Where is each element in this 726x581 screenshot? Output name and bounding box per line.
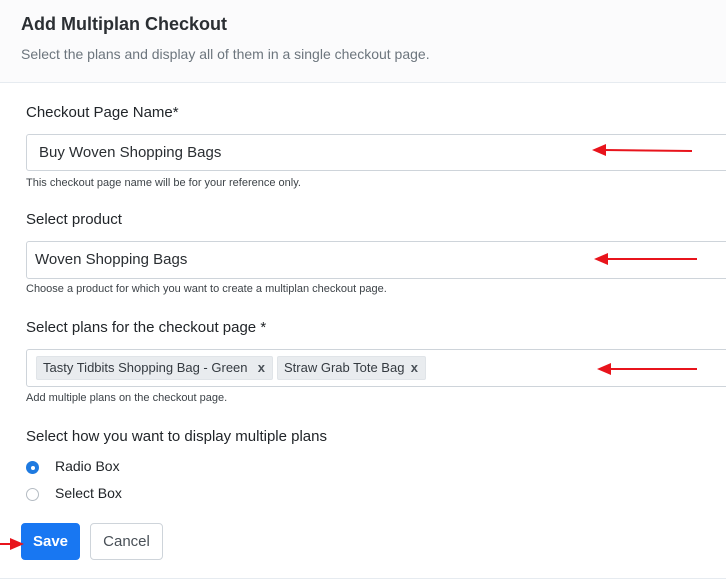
plan-tag-label: Tasty Tidbits Shopping Bag - Green — [43, 360, 248, 375]
plans-help: Add multiple plans on the checkout page. — [26, 392, 228, 404]
page-subtitle: Select the plans and display all of them… — [21, 46, 430, 62]
plan-tag: Tasty Tidbits Shopping Bag - Green x — [36, 356, 273, 380]
product-help: Choose a product for which you want to c… — [26, 283, 387, 295]
radio-box-label[interactable]: Radio Box — [55, 458, 120, 474]
select-box-label[interactable]: Select Box — [55, 485, 122, 501]
checkout-name-label: Checkout Page Name* — [26, 104, 179, 121]
display-label: Select how you want to display multiple … — [26, 428, 327, 445]
cancel-button[interactable]: Cancel — [90, 523, 163, 560]
page-title: Add Multiplan Checkout — [21, 14, 227, 34]
radio-box-radio[interactable] — [26, 461, 39, 474]
checkout-name-help: This checkout page name will be for your… — [26, 177, 301, 189]
remove-tag-icon[interactable]: x — [258, 357, 265, 379]
plan-tag-label: Straw Grab Tote Bag — [284, 360, 405, 375]
plan-tag: Straw Grab Tote Bag x — [277, 356, 426, 380]
select-box-radio[interactable] — [26, 488, 39, 501]
remove-tag-icon[interactable]: x — [411, 357, 418, 379]
product-label: Select product — [26, 211, 122, 228]
save-button[interactable]: Save — [21, 523, 80, 560]
annotation-arrow-icon — [594, 253, 697, 265]
product-selected-value: Woven Shopping Bags — [35, 251, 188, 268]
annotation-arrow-icon — [0, 538, 24, 550]
annotation-arrow-icon — [597, 363, 697, 375]
page-header: Add Multiplan Checkout Select the plans … — [0, 0, 726, 83]
plans-label: Select plans for the checkout page * — [26, 319, 267, 336]
annotation-arrow-icon — [592, 144, 693, 156]
divider — [0, 578, 726, 579]
checkout-name-input[interactable] — [39, 135, 589, 170]
